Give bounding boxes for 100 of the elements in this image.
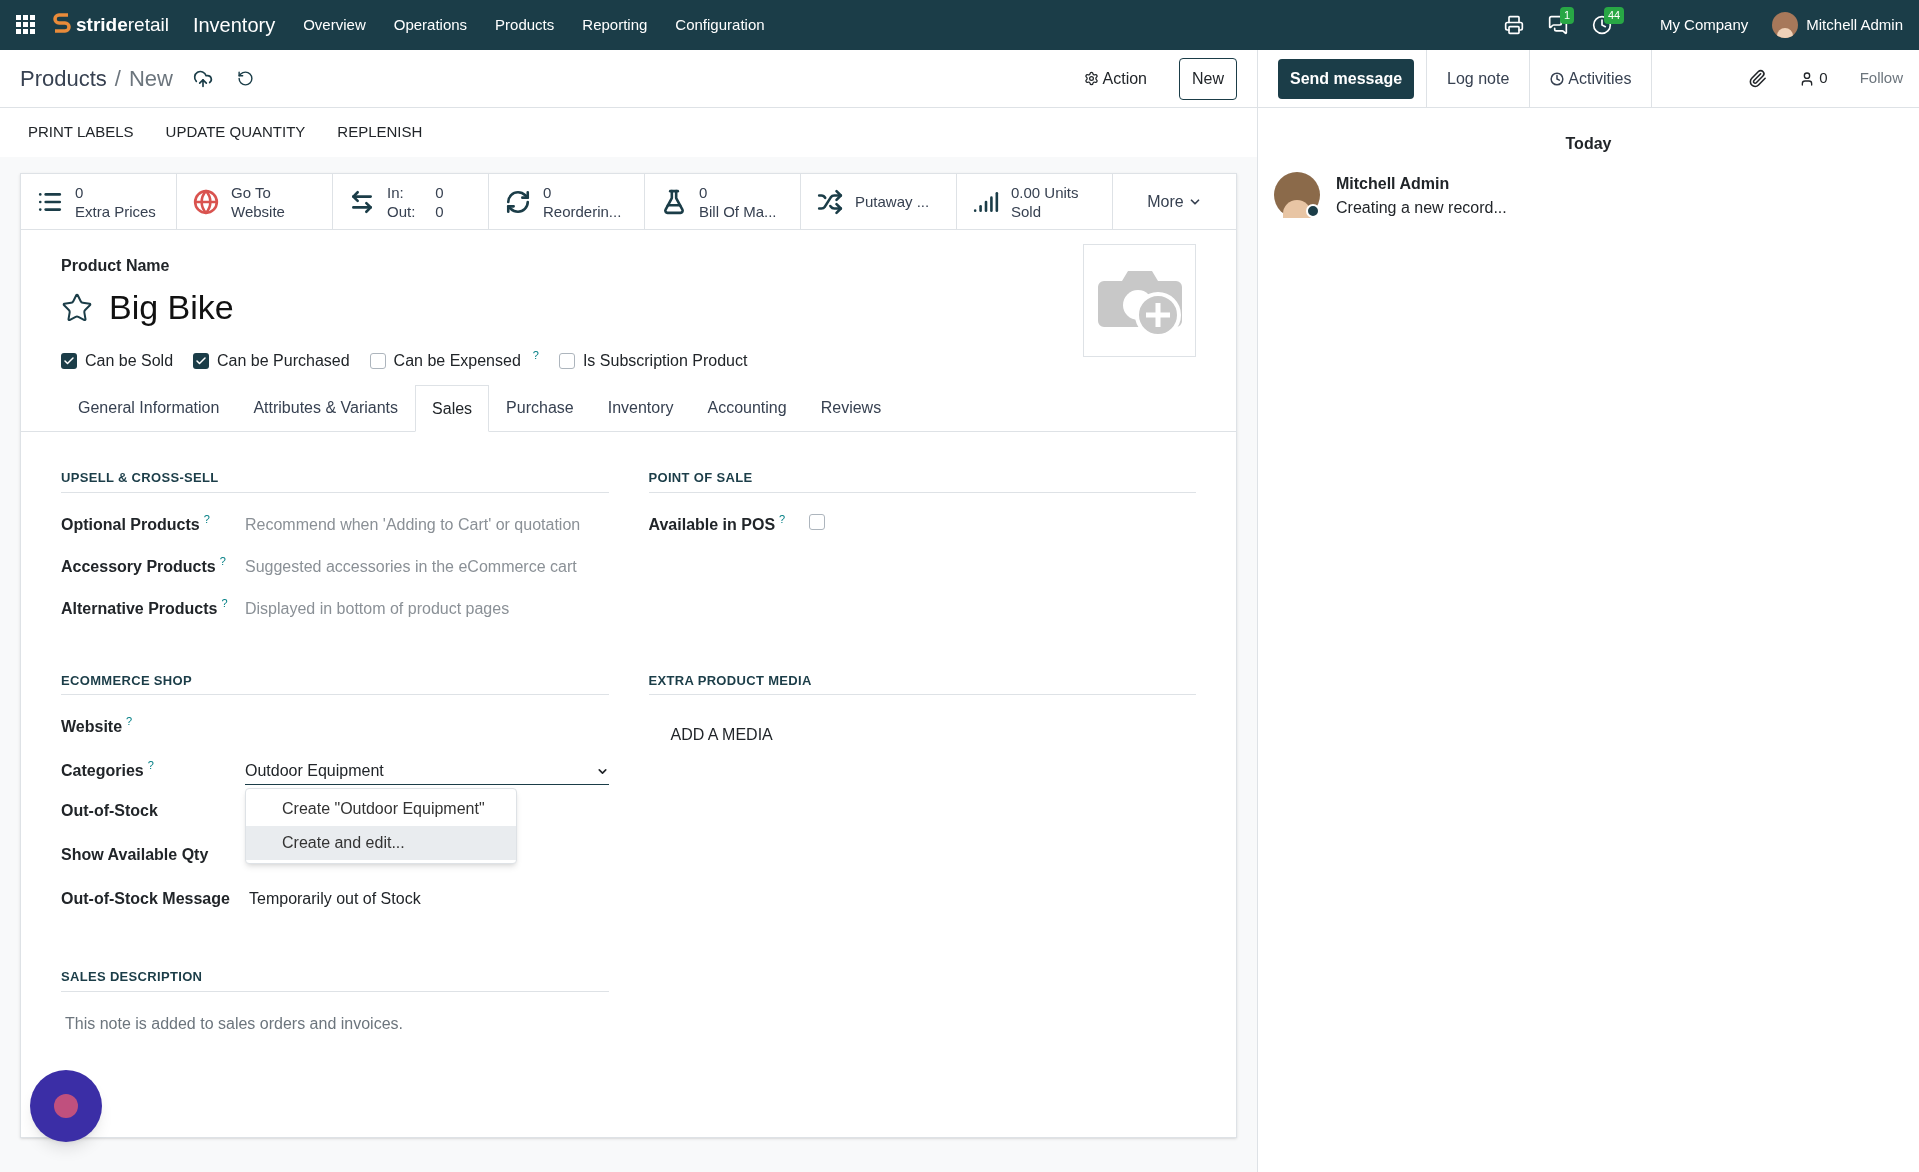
form-tab[interactable]: Sales [415, 385, 490, 432]
form-tab[interactable]: Reviews [803, 385, 899, 431]
form-tab[interactable]: Inventory [590, 385, 691, 431]
help-tooltip-mark[interactable]: ? [779, 512, 786, 525]
checkbox[interactable] [809, 513, 826, 530]
smart-button-label: Reorderin... [543, 201, 622, 221]
new-button[interactable]: New [1179, 57, 1237, 100]
field-label: Out-of-Stock [61, 801, 158, 821]
help-tooltip-mark[interactable]: ? [221, 596, 228, 609]
product-name-field[interactable]: Big Bike [109, 282, 234, 333]
message-author: Mitchell Admin [1336, 174, 1451, 194]
form-tab[interactable]: General Information [61, 385, 237, 431]
smart-button[interactable]: Go To Website [177, 174, 333, 229]
paperclip-icon[interactable] [1748, 69, 1768, 88]
smart-button[interactable]: Putaway ... [801, 174, 957, 229]
smart-button[interactable]: 0 Extra Prices [21, 174, 177, 229]
smart-button-label: Extra Prices [75, 201, 156, 221]
smart-button[interactable]: In: 0 Out: 0 [333, 174, 489, 229]
menu-item[interactable]: Overview [303, 13, 366, 37]
dropdown-option[interactable]: Create and edit... [246, 826, 516, 860]
input-field[interactable]: Temporarily out of Stock [249, 887, 421, 911]
form-tab[interactable]: Purchase [489, 385, 591, 431]
form-tab[interactable]: Accounting [690, 385, 804, 431]
help-tooltip-mark[interactable]: ? [126, 715, 133, 727]
smart-button[interactable]: 0 Reorderin... [489, 174, 645, 229]
clock-icon [1550, 71, 1565, 86]
field-label: Alternative Products [61, 598, 218, 619]
smart-button-label: Putaway ... [855, 192, 930, 211]
header-button[interactable]: PRINT LABELS [16, 121, 146, 144]
checkbox[interactable] [61, 353, 77, 369]
header-button[interactable]: UPDATE QUANTITY [153, 121, 318, 144]
shuffle-icon [817, 188, 843, 215]
field-label: Accessory Products [61, 556, 216, 577]
field-label: Website [61, 717, 123, 737]
breadcrumb-link[interactable]: Products [20, 62, 107, 95]
menu-item[interactable]: Configuration [675, 13, 765, 37]
gear-icon [1083, 71, 1099, 86]
field-label: Out-of-Stock Message [61, 889, 230, 909]
chatter-tab[interactable]: Send message [1278, 58, 1415, 99]
chatter-tab[interactable]: Activities [1529, 50, 1652, 107]
field-label: Categories [61, 761, 144, 781]
checkbox-label: Can be Sold [85, 351, 174, 371]
out-value: 0 [435, 201, 444, 221]
message-body: Creating a new record... [1336, 198, 1507, 218]
smart-button-value: 0 [699, 182, 709, 202]
smart-button-label: Bill Of Ma... [699, 201, 777, 221]
out-label: Out: [387, 201, 416, 221]
checkbox[interactable] [193, 353, 210, 369]
form-tab[interactable]: Attributes & Variants [236, 385, 416, 431]
sales-description-field[interactable]: This note is added to sales orders and invoices. [61, 1011, 609, 1036]
printer-icon[interactable] [1503, 15, 1524, 35]
discard-icon[interactable] [236, 70, 254, 87]
menu-item[interactable]: Operations [393, 13, 468, 37]
smart-button-value: 0 [543, 182, 553, 202]
refresh-icon [505, 188, 531, 215]
smart-button[interactable]: 0.00 Units Sold [957, 174, 1113, 229]
chatter-tab[interactable]: Log note [1426, 50, 1530, 107]
smart-button[interactable]: 0 Bill Of Ma... [645, 174, 801, 229]
in-label: In: [387, 182, 405, 202]
favorite-star-icon[interactable] [61, 291, 93, 324]
categories-combobox[interactable]: Outdoor Equipment [245, 759, 609, 785]
follower-count[interactable]: 0 [1819, 67, 1828, 90]
field-label: Show Available Qty [61, 845, 209, 865]
checkbox[interactable] [558, 353, 575, 369]
left-right-arrows-icon [349, 188, 375, 215]
field-label: Product Name [61, 256, 171, 276]
add-media-button[interactable]: ADD A MEDIA [648, 715, 795, 755]
in-value: 0 [435, 182, 444, 202]
app-grid-icon[interactable] [16, 15, 36, 35]
section-title: UPSELL & CROSS-SELL [61, 468, 609, 493]
help-tooltip-mark[interactable]: ? [147, 759, 154, 771]
follow-button[interactable]: Follow [1859, 67, 1903, 90]
section-title: ECOMMERCE SHOP [61, 670, 609, 695]
smart-button-value: Go To [231, 182, 272, 202]
company-switcher[interactable]: My Company [1659, 13, 1749, 37]
app-title[interactable]: Inventory [192, 10, 276, 40]
checkbox-label: Can be Purchased [217, 351, 350, 371]
help-tooltip-mark[interactable]: ? [219, 554, 226, 567]
menu-item[interactable]: Products [495, 13, 555, 37]
field-label: Available in POS [648, 514, 776, 535]
checkbox[interactable] [369, 353, 386, 369]
check-icon [63, 355, 75, 367]
date-separator: Today [1565, 134, 1612, 154]
help-tooltip-mark[interactable]: ? [203, 512, 210, 525]
header-button[interactable]: REPLENISH [325, 121, 435, 144]
action-button[interactable]: Action [1083, 66, 1147, 91]
section-title: EXTRA PRODUCT MEDIA [648, 670, 1196, 695]
activity-count-badge: 44 [1603, 7, 1625, 24]
section-title: SALES DESCRIPTION [61, 967, 609, 992]
menu-item[interactable]: Reporting [582, 13, 648, 37]
field-label: Optional Products [61, 514, 200, 535]
check-icon [195, 355, 208, 367]
user-avatar[interactable] [1772, 12, 1799, 38]
save-cloud-icon[interactable] [192, 68, 213, 89]
dropdown-option[interactable]: Create "Outdoor Equipment" [246, 792, 516, 826]
logo-text: strideretail [76, 12, 169, 37]
user-menu[interactable]: Mitchell Admin [1806, 13, 1903, 37]
breadcrumb-current: New [128, 65, 173, 93]
help-tooltip-mark[interactable]: ? [532, 349, 539, 361]
more-button[interactable]: More [1113, 174, 1236, 229]
